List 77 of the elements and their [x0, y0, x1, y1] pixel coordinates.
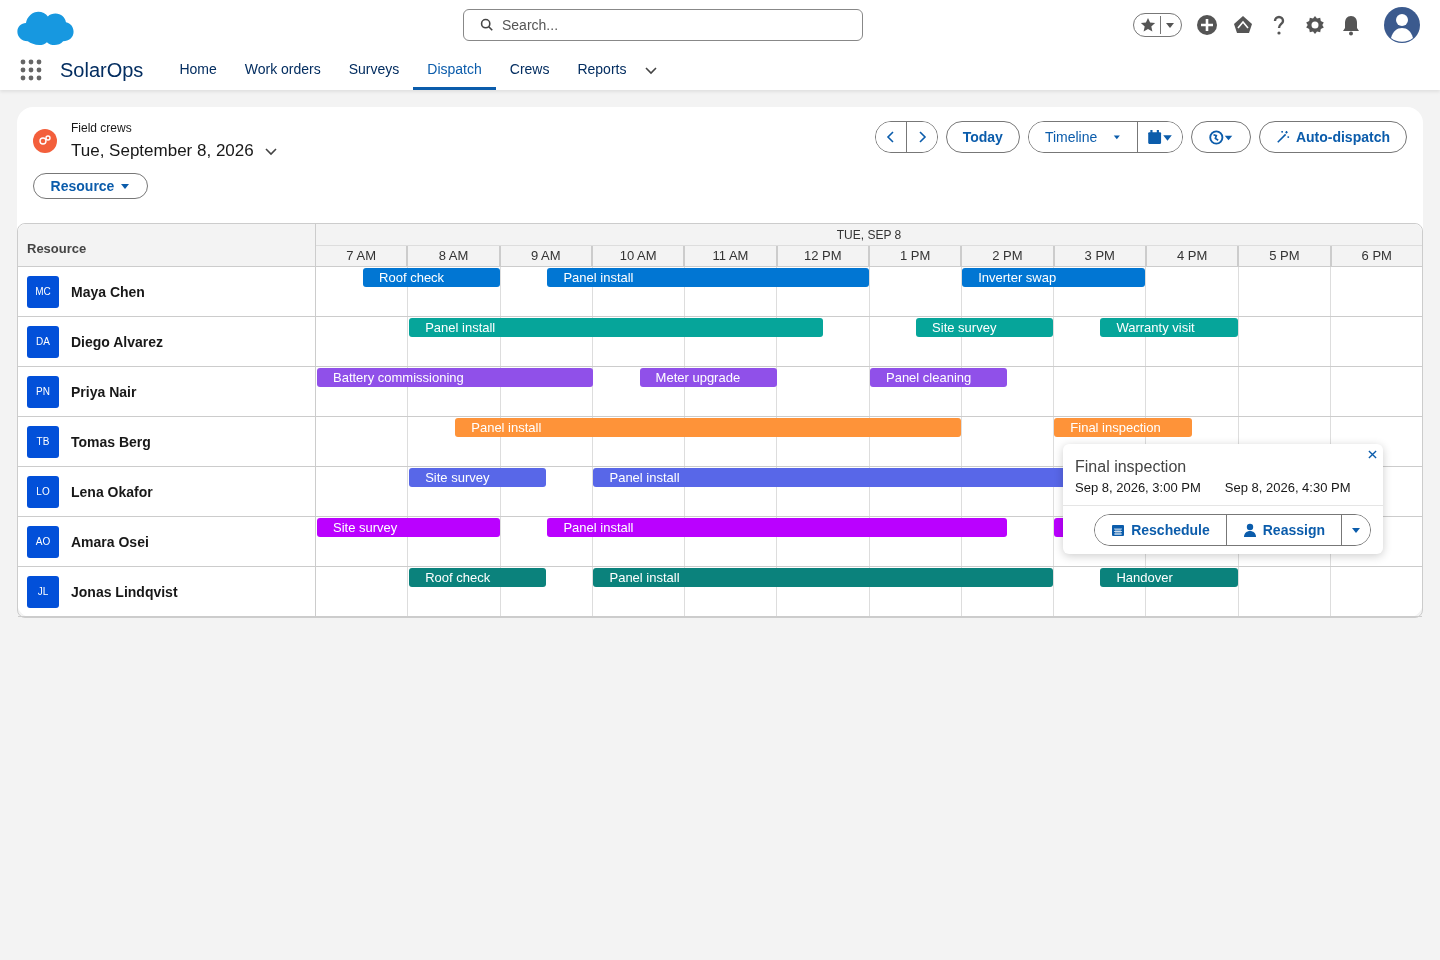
- appointment-bar[interactable]: Meter upgrade: [639, 368, 777, 387]
- close-icon[interactable]: [1368, 450, 1377, 459]
- settings-icon[interactable]: [1304, 14, 1326, 36]
- resource-name[interactable]: Amara Osei: [71, 533, 149, 550]
- appointment-bar[interactable]: Handover: [1100, 568, 1238, 587]
- appointment-bar[interactable]: Panel install: [547, 518, 1008, 537]
- person-icon: [1242, 523, 1257, 537]
- avatar-initials: MC: [27, 275, 59, 308]
- appointment-bar[interactable]: Panel cleaning: [870, 368, 1008, 387]
- page-subtitle: Field crews: [71, 121, 133, 135]
- day-header: TUE, SEP 8: [836, 227, 902, 242]
- resource-name[interactable]: Jonas Lindqvist: [71, 583, 178, 600]
- auto-dispatch-button[interactable]: Auto-dispatch: [1258, 121, 1407, 153]
- hour-header: 12 PM: [775, 246, 868, 266]
- appointment-bar[interactable]: Inverter swap: [962, 268, 1146, 287]
- globe-icon: [1207, 129, 1234, 145]
- resource-name[interactable]: Lena Okafor: [71, 483, 153, 500]
- hour-header: 7 AM: [345, 247, 377, 265]
- calendar-icon: [1146, 129, 1173, 145]
- nav-tab[interactable]: Work orders: [230, 50, 335, 90]
- caret-icon: [1165, 20, 1175, 30]
- appointment-bar[interactable]: Site survey: [317, 518, 501, 537]
- notifications-icon[interactable]: [1340, 14, 1362, 36]
- appointment-bar[interactable]: Panel install: [547, 268, 869, 287]
- crew-icon: [33, 129, 57, 153]
- resource-dropdown[interactable]: Resource: [33, 173, 148, 199]
- avatar-initials: DA: [27, 325, 59, 358]
- avatar-icon[interactable]: [1384, 7, 1420, 43]
- appointment-bar[interactable]: Site survey: [409, 468, 547, 487]
- hour-header: 3 PM: [1052, 246, 1145, 266]
- magic-wand-icon: [1275, 130, 1290, 144]
- hour-header: 11 AM: [683, 246, 776, 266]
- search-field[interactable]: Search...: [463, 9, 863, 41]
- nav-tab[interactable]: Surveys: [334, 50, 414, 90]
- timezone-dropdown[interactable]: [1190, 121, 1251, 153]
- hour-header: 5 PM: [1237, 246, 1330, 266]
- appointment-bar[interactable]: Panel install: [593, 568, 1054, 587]
- star-icon: [1140, 17, 1156, 33]
- chevron-left-icon: [884, 131, 897, 143]
- hour-header: 4 PM: [1144, 246, 1238, 266]
- caret-icon: [120, 181, 131, 191]
- resource-name[interactable]: Priya Nair: [71, 383, 137, 400]
- avatar-initials: LO: [27, 475, 59, 508]
- app-name: SolarOps: [60, 58, 144, 82]
- date-title: Tue, September 8, 2026: [71, 141, 254, 161]
- resource-name[interactable]: Tomas Berg: [71, 433, 151, 450]
- appointment-bar[interactable]: Battery commissioning: [317, 368, 593, 387]
- more-actions-button[interactable]: [1341, 515, 1370, 545]
- hour-header: 10 AM: [591, 246, 684, 266]
- hour-header: 1 PM: [867, 246, 961, 266]
- hour-header: 6 PM: [1329, 246, 1422, 266]
- hour-header: 9 AM: [498, 246, 591, 266]
- avatar-initials: TB: [27, 425, 59, 458]
- nav-tab[interactable]: Home: [165, 50, 231, 90]
- next-button[interactable]: [905, 122, 937, 152]
- nav-tab[interactable]: Dispatch: [413, 50, 496, 90]
- appointment-bar[interactable]: Roof check: [409, 568, 547, 587]
- calendar-dropdown[interactable]: [1136, 122, 1182, 152]
- appointment-bar[interactable]: Roof check: [363, 268, 501, 287]
- end-time: Sep 8, 2026, 4:30 PM: [1224, 480, 1351, 495]
- hour-header: 8 AM: [406, 246, 499, 266]
- calendar-icon: [1111, 523, 1126, 537]
- avatar-initials: AO: [27, 525, 59, 558]
- nav-tab[interactable]: Crews: [495, 50, 564, 90]
- app-launcher-icon[interactable]: [20, 59, 42, 81]
- hour-header: 2 PM: [960, 246, 1053, 266]
- caret-icon: [1113, 132, 1121, 142]
- add-icon[interactable]: [1196, 14, 1218, 36]
- caret-icon: [1351, 525, 1361, 535]
- avatar-initials: JL: [27, 575, 59, 608]
- resource-name[interactable]: Maya Chen: [71, 283, 145, 300]
- nav-tab[interactable]: Reports: [563, 50, 641, 90]
- column-header: Resource: [27, 240, 87, 256]
- resource-name[interactable]: Diego Alvarez: [71, 333, 164, 350]
- search-icon: [480, 18, 494, 32]
- today-button[interactable]: Today: [945, 121, 1020, 153]
- avatar-initials: PN: [27, 375, 59, 408]
